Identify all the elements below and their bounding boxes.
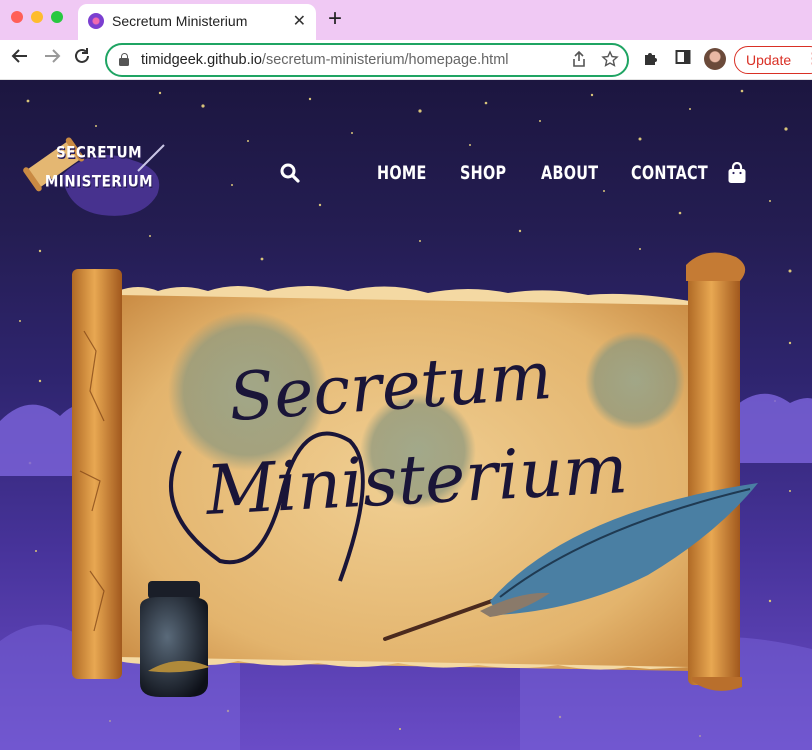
close-window-button[interactable] [11, 11, 23, 23]
share-icon[interactable] [571, 50, 587, 72]
nav-about-link[interactable]: ABOUT [541, 162, 598, 184]
browser-tab-active[interactable]: Secretum Ministerium ✕ [78, 4, 316, 40]
back-arrow-icon[interactable] [10, 46, 30, 73]
side-panel-icon[interactable] [675, 49, 691, 70]
search-icon[interactable] [280, 163, 300, 188]
browser-toolbar: timidgeek.github.io/secretum-ministerium… [0, 40, 812, 80]
maximize-window-button[interactable] [51, 11, 63, 23]
url-path: /secretum-ministerium/homepage.html [261, 52, 509, 68]
url-text: timidgeek.github.io/secretum-ministerium… [141, 52, 509, 68]
ink-jar-icon [140, 581, 210, 697]
shopping-bag-icon[interactable] [727, 161, 747, 189]
lock-icon [119, 53, 129, 66]
web-page: SECRETUM MINISTERIUM HOME SHOP ABOUT CON… [0, 81, 812, 750]
tab-close-button[interactable]: ✕ [293, 11, 306, 31]
profile-avatar[interactable] [704, 48, 726, 70]
logo-text-line2: MINISTERIUM [44, 172, 154, 192]
nav-shop-link[interactable]: SHOP [460, 162, 506, 184]
logo-text-line1: SECRETUM [55, 143, 143, 163]
menu-dots-icon[interactable]: ⋮ [805, 51, 812, 67]
nav-home-link[interactable]: HOME [377, 162, 427, 184]
tab-title: Secretum Ministerium [112, 13, 248, 29]
bookmark-star-icon[interactable] [601, 50, 619, 72]
reload-icon[interactable] [72, 46, 92, 73]
update-button[interactable]: Update ⋮ [734, 46, 812, 74]
forward-arrow-icon[interactable] [42, 46, 62, 73]
logo-scroll-icon [23, 137, 165, 216]
favicon-icon [88, 13, 104, 29]
site-logo[interactable]: SECRETUM MINISTERIUM [14, 123, 174, 218]
update-button-label: Update [746, 52, 792, 68]
nav-contact-link[interactable]: CONTACT [631, 162, 708, 184]
new-tab-button[interactable]: + [328, 6, 342, 32]
minimize-window-button[interactable] [31, 11, 43, 23]
address-bar[interactable]: timidgeek.github.io/secretum-ministerium… [105, 43, 629, 77]
url-domain: timidgeek.github.io [141, 52, 262, 68]
browser-tab-bar: Secretum Ministerium ✕ + [0, 0, 812, 40]
puzzle-icon[interactable] [642, 49, 660, 72]
hero-scroll-illustration: Secretum Ministerium [72, 252, 758, 697]
